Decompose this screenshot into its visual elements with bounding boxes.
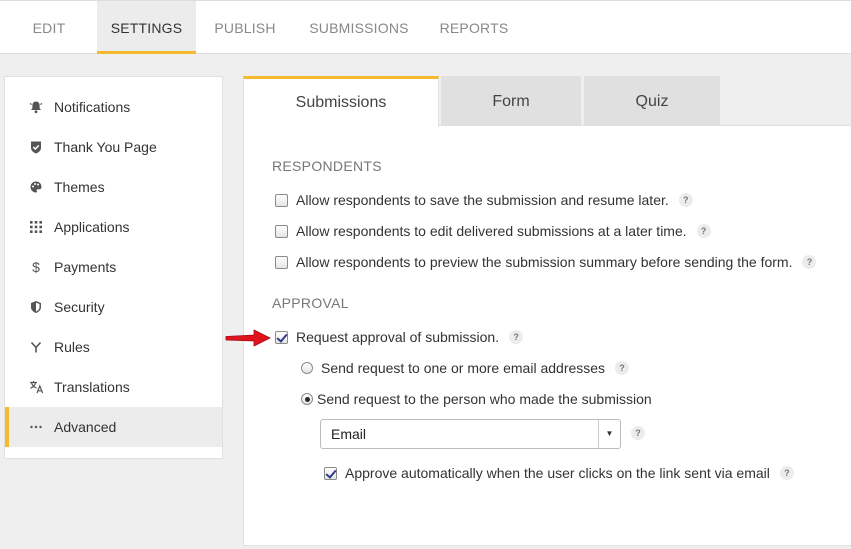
help-icon[interactable]: ?	[509, 330, 524, 344]
more-icon	[27, 407, 45, 447]
send-email-radio[interactable]	[301, 362, 313, 374]
sidebar-item-security[interactable]: Security	[5, 287, 222, 327]
tab-publish[interactable]: PUBLISH	[205, 1, 285, 54]
option-send-email-addresses: Send request to one or more email addres…	[301, 360, 630, 376]
red-arrow-pointer-icon	[225, 329, 271, 347]
sidebar-item-applications[interactable]: Applications	[5, 207, 222, 247]
option-auto-approve: Approve automatically when the user clic…	[324, 465, 794, 481]
shield-check-icon	[27, 127, 45, 167]
option-preview-summary: Allow respondents to preview the submiss…	[275, 254, 817, 270]
tab-submissions-settings[interactable]: Submissions	[243, 76, 439, 127]
option-send-submitter: Send request to the person who made the …	[301, 391, 652, 407]
option-label: Send request to the person who made the …	[317, 391, 652, 407]
option-label: Allow respondents to edit delivered subm…	[296, 223, 687, 239]
sidebar-item-payments[interactable]: $ Payments	[5, 247, 222, 287]
option-save-resume: Allow respondents to save the submission…	[275, 192, 693, 208]
respondents-section-title: RESPONDENTS	[272, 158, 382, 174]
tab-quiz[interactable]: Quiz	[584, 76, 720, 126]
tab-form[interactable]: Form	[441, 76, 581, 126]
sidebar-item-label: Security	[54, 299, 105, 315]
preview-summary-checkbox[interactable]	[275, 255, 288, 269]
top-nav: EDIT SETTINGS PUBLISH SUBMISSIONS REPORT…	[0, 0, 851, 54]
save-resume-checkbox[interactable]	[275, 193, 288, 207]
fork-icon	[27, 327, 45, 367]
option-edit-delivered: Allow respondents to edit delivered subm…	[275, 223, 711, 239]
sidebar-item-translations[interactable]: Translations	[5, 367, 222, 407]
grid-icon	[27, 207, 45, 247]
option-request-approval: Request approval of submission. ?	[275, 329, 524, 345]
help-icon[interactable]: ?	[678, 193, 693, 207]
sidebar-item-advanced[interactable]: Advanced	[5, 407, 222, 447]
help-icon[interactable]: ?	[615, 361, 630, 375]
sidebar-item-label: Applications	[54, 219, 130, 235]
email-field-select[interactable]: Email ▼	[320, 419, 621, 449]
chevron-down-icon[interactable]: ▼	[598, 420, 620, 448]
help-icon[interactable]: ?	[779, 466, 794, 480]
tab-settings[interactable]: SETTINGS	[97, 1, 196, 54]
send-submitter-radio[interactable]	[301, 393, 313, 405]
sidebar-item-label: Notifications	[54, 99, 131, 115]
sidebar-item-rules[interactable]: Rules	[5, 327, 222, 367]
dollar-icon: $	[32, 259, 40, 275]
bell-icon	[27, 87, 45, 127]
sidebar-item-label: Rules	[54, 339, 90, 355]
sidebar-item-label: Advanced	[54, 419, 117, 435]
help-icon[interactable]: ?	[631, 426, 645, 440]
option-label: Allow respondents to preview the submiss…	[296, 254, 793, 270]
help-icon[interactable]: ?	[696, 224, 711, 238]
sidebar-item-themes[interactable]: Themes	[5, 167, 222, 207]
settings-sidebar: Notifications Thank You Page Themes Appl…	[4, 76, 223, 459]
translate-icon	[27, 367, 45, 407]
option-label: Allow respondents to save the submission…	[296, 192, 669, 208]
tab-reports[interactable]: REPORTS	[430, 1, 518, 54]
sidebar-item-label: Themes	[54, 179, 105, 195]
sidebar-item-notifications[interactable]: Notifications	[5, 87, 222, 127]
sidebar-item-label: Payments	[54, 259, 117, 275]
email-select-value: Email	[331, 426, 367, 442]
shield-icon	[27, 287, 45, 327]
auto-approve-checkbox[interactable]	[324, 466, 337, 480]
approval-section-title: APPROVAL	[272, 295, 349, 311]
help-icon[interactable]: ?	[802, 255, 817, 269]
option-label: Approve automatically when the user clic…	[345, 465, 770, 481]
tab-submissions[interactable]: SUBMISSIONS	[300, 1, 418, 54]
option-label: Request approval of submission.	[296, 329, 500, 345]
tab-edit[interactable]: EDIT	[14, 1, 84, 54]
request-approval-checkbox[interactable]	[275, 330, 288, 344]
option-label: Send request to one or more email addres…	[321, 360, 606, 376]
sidebar-item-thank-you-page[interactable]: Thank You Page	[5, 127, 222, 167]
palette-icon	[27, 167, 45, 207]
sidebar-item-label: Translations	[54, 379, 130, 395]
edit-delivered-checkbox[interactable]	[275, 224, 288, 238]
sidebar-item-label: Thank You Page	[54, 139, 157, 155]
